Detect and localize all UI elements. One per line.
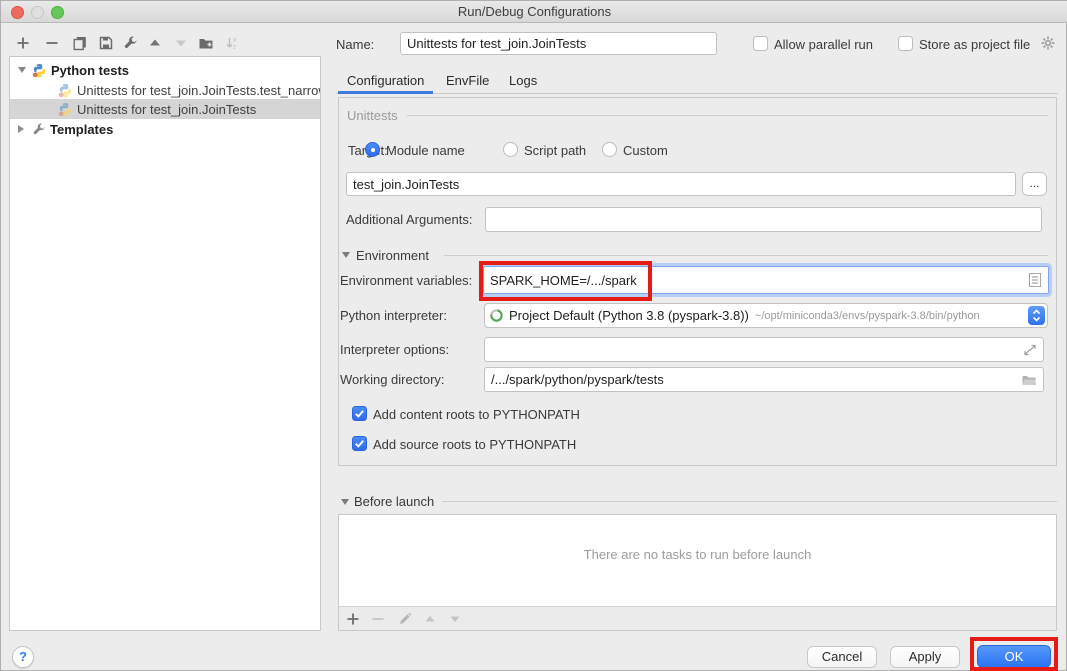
remove-task-icon — [370, 611, 386, 627]
radio-module-name[interactable] — [365, 142, 380, 157]
apply-button[interactable]: Apply — [890, 646, 960, 668]
tree-item-label: Unittests for test_join.JoinTests.test_n… — [77, 83, 321, 98]
tab-bar-divider — [336, 93, 1058, 94]
expand-field-icon[interactable] — [1023, 343, 1037, 357]
sort-alphabetically-icon: az — [223, 34, 241, 52]
edit-task-pencil-icon — [397, 611, 413, 627]
gear-icon[interactable] — [1040, 35, 1056, 51]
add-configuration-icon[interactable] — [14, 34, 32, 52]
tree-item-label: Python tests — [51, 63, 129, 78]
before-launch-task-list: There are no tasks to run before launch — [338, 514, 1057, 631]
move-up-icon[interactable] — [146, 34, 164, 52]
window-title: Run/Debug Configurations — [1, 4, 1067, 19]
conda-environment-icon — [489, 308, 504, 323]
environment-collapse-triangle[interactable] — [342, 252, 350, 258]
environment-section-line — [444, 255, 1048, 256]
interpreter-options-label: Interpreter options: — [340, 342, 449, 357]
before-launch-toolbar — [339, 606, 1056, 630]
title-bar: Run/Debug Configurations — [1, 1, 1067, 23]
move-task-down-icon — [447, 611, 463, 627]
browse-button[interactable]: ... — [1022, 172, 1047, 196]
help-button[interactable]: ? — [12, 646, 34, 668]
radio-custom[interactable] — [602, 142, 617, 157]
move-task-up-icon — [422, 611, 438, 627]
additional-arguments-input[interactable] — [485, 207, 1042, 232]
tree-item-label: Templates — [50, 122, 113, 137]
radio-script-path[interactable] — [503, 142, 518, 157]
name-input[interactable]: Unittests for test_join.JoinTests — [400, 32, 717, 55]
active-tab-underline — [338, 91, 433, 94]
before-launch-section-line — [442, 501, 1057, 502]
python-interpreter-dropdown[interactable]: Project Default (Python 3.8 (pyspark-3.8… — [484, 303, 1048, 328]
tab-envfile[interactable]: EnvFile — [446, 73, 489, 88]
folder-browse-icon[interactable] — [1021, 373, 1037, 387]
environment-section-label: Environment — [356, 248, 429, 263]
tree-item-label: Unittests for test_join.JoinTests — [77, 102, 256, 117]
tab-logs[interactable]: Logs — [509, 73, 537, 88]
radio-custom-label: Custom — [623, 143, 668, 158]
name-label: Name: — [336, 37, 374, 52]
tree-item-jointests-selected[interactable]: Unittests for test_join.JoinTests — [10, 99, 320, 119]
run-debug-configurations-dialog: Run/Debug Configurations az P — [0, 0, 1067, 671]
tab-configuration[interactable]: Configuration — [347, 73, 424, 88]
python-interpreter-value: Project Default (Python 3.8 (pyspark-3.8… — [509, 308, 749, 323]
configurations-tree: Python tests Unittests for test_join.Joi… — [9, 56, 321, 631]
templates-wrench-icon — [31, 122, 46, 137]
before-launch-collapse-triangle[interactable] — [341, 499, 349, 505]
add-source-roots-label: Add source roots to PYTHONPATH — [373, 437, 576, 452]
add-task-icon[interactable] — [345, 611, 361, 627]
module-name-input[interactable]: test_join.JoinTests — [346, 172, 1016, 196]
edit-environment-variables-icon[interactable] — [1028, 272, 1042, 288]
save-configuration-icon[interactable] — [97, 34, 115, 52]
python-interpreter-label: Python interpreter: — [340, 308, 447, 323]
additional-arguments-label: Additional Arguments: — [346, 212, 472, 227]
add-content-roots-checkbox[interactable] — [352, 406, 367, 421]
interpreter-options-input[interactable] — [484, 337, 1044, 362]
tree-item-python-tests[interactable]: Python tests — [10, 60, 320, 80]
allow-parallel-run-label: Allow parallel run — [774, 37, 873, 52]
working-directory-label: Working directory: — [340, 372, 445, 387]
working-directory-input[interactable]: /.../spark/python/pyspark/tests — [484, 367, 1044, 392]
add-source-roots-checkbox[interactable] — [352, 436, 367, 451]
allow-parallel-run-checkbox[interactable] — [753, 36, 768, 51]
tree-item-test-narrow[interactable]: Unittests for test_join.JoinTests.test_n… — [10, 80, 320, 100]
cancel-button[interactable]: Cancel — [807, 646, 877, 668]
move-down-icon — [172, 34, 190, 52]
store-as-project-file-checkbox[interactable] — [898, 36, 913, 51]
python-tests-icon — [32, 63, 47, 78]
remove-configuration-icon[interactable] — [43, 34, 61, 52]
group-label-line — [407, 115, 1048, 116]
store-as-project-file-label: Store as project file — [919, 37, 1030, 52]
unittests-group-label: Unittests — [347, 108, 398, 123]
radio-module-name-label: Module name — [386, 143, 465, 158]
environment-variables-label: Environment variables: — [340, 273, 472, 288]
python-test-run-config-icon — [58, 102, 73, 117]
collapsed-triangle-icon[interactable] — [18, 125, 24, 133]
annotation-box-environment-variables — [479, 261, 652, 301]
before-launch-section-label: Before launch — [354, 494, 434, 509]
svg-text:z: z — [233, 45, 236, 51]
radio-script-path-label: Script path — [524, 143, 586, 158]
tree-item-templates[interactable]: Templates — [10, 119, 320, 139]
annotation-box-ok-button — [970, 637, 1058, 671]
python-interpreter-path: ~/opt/miniconda3/envs/pyspark-3.8/bin/py… — [755, 310, 980, 322]
new-folder-icon[interactable] — [197, 34, 215, 52]
add-content-roots-label: Add content roots to PYTHONPATH — [373, 407, 580, 422]
edit-defaults-wrench-icon[interactable] — [121, 34, 139, 52]
svg-text:a: a — [233, 38, 237, 44]
python-test-run-config-icon — [58, 83, 73, 98]
before-launch-empty-text: There are no tasks to run before launch — [339, 547, 1056, 562]
expanded-triangle-icon[interactable] — [18, 67, 26, 73]
dropdown-stepper-icon[interactable] — [1028, 306, 1045, 325]
copy-configuration-icon[interactable] — [71, 34, 89, 52]
